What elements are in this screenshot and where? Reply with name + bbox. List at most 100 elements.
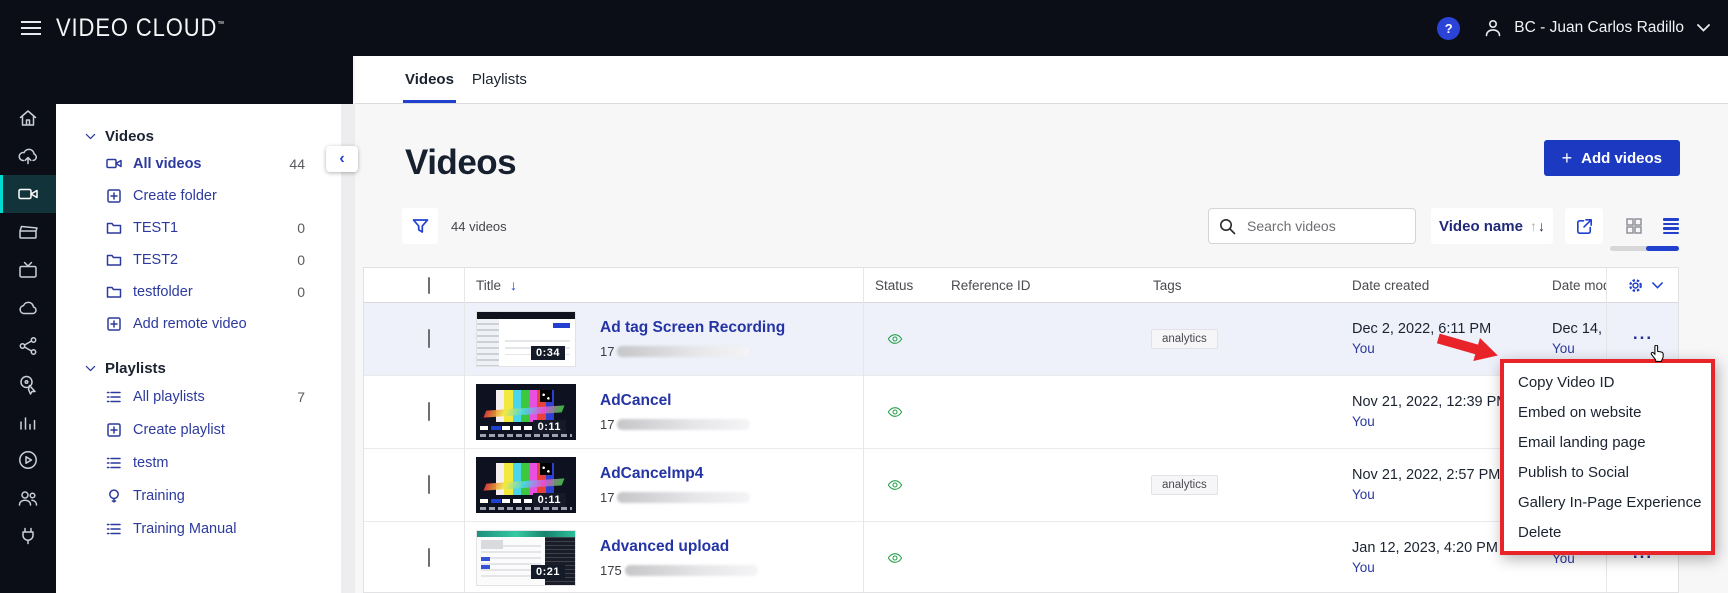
item-count: 0 bbox=[297, 284, 305, 300]
user-avatar-icon bbox=[1482, 17, 1504, 39]
add-videos-button[interactable]: + Add videos bbox=[1543, 140, 1680, 176]
list-icon bbox=[106, 523, 121, 534]
row-checkbox[interactable] bbox=[428, 329, 430, 348]
menu-item-publish-to-social[interactable]: Publish to Social bbox=[1504, 457, 1711, 487]
sidebar-section-playlists[interactable]: Playlists bbox=[56, 356, 341, 380]
cloud-icon[interactable] bbox=[0, 289, 56, 327]
row-checkbox[interactable] bbox=[428, 475, 430, 494]
video-thumbnail[interactable]: 0:21 bbox=[476, 530, 576, 586]
sidebar-tree: Videos All videos 44 Create folder TEST1… bbox=[56, 104, 341, 593]
sidebar-item-training-manual[interactable]: Training Manual bbox=[56, 512, 341, 545]
menu-item-email-landing-page[interactable]: Email landing page bbox=[1504, 427, 1711, 457]
table-horizontal-scrollbar[interactable] bbox=[1610, 246, 1679, 251]
video-thumbnail[interactable]: 0:34 bbox=[476, 311, 576, 367]
video-id: 17 bbox=[600, 490, 751, 505]
date-modified-cell: Dec 14, You bbox=[1544, 320, 1606, 358]
sort-button[interactable]: Video name ↑ ↓ bbox=[1431, 208, 1553, 244]
video-cloud-logo: VIDEO CLOUD™ bbox=[56, 13, 226, 42]
duration-badge: 0:34 bbox=[530, 346, 565, 360]
plus-square-icon bbox=[107, 189, 121, 203]
bar-chart-icon[interactable] bbox=[0, 403, 56, 441]
sort-arrow-down-icon: ↓ bbox=[510, 277, 518, 293]
tab-videos[interactable]: Videos bbox=[403, 56, 456, 103]
status-active-eye-icon bbox=[887, 480, 903, 490]
list-icon bbox=[106, 391, 121, 402]
plus-square-icon bbox=[107, 317, 121, 331]
video-thumbnail[interactable]: 0:11 bbox=[476, 384, 576, 440]
help-button[interactable]: ? bbox=[1437, 16, 1461, 40]
sidebar-item-training[interactable]: Training bbox=[56, 479, 341, 512]
user-name[interactable]: BC - Juan Carlos Radillo bbox=[1514, 19, 1684, 37]
chevron-down-icon bbox=[85, 133, 96, 139]
table-row[interactable]: 0:21 Advanced upload 175 Jan 12, 2023, 4… bbox=[364, 522, 1678, 592]
modified-by-link[interactable]: You bbox=[1552, 341, 1606, 358]
select-all-checkbox[interactable] bbox=[428, 276, 430, 294]
hamburger-menu-icon[interactable] bbox=[21, 20, 41, 36]
table-row[interactable]: 0:11 AdCancelmp4 17 analytics Nov 21, 20… bbox=[364, 449, 1678, 522]
column-status: Status bbox=[875, 277, 914, 293]
video-title-link[interactable]: AdCancelmp4 bbox=[600, 465, 750, 483]
column-reference-id: Reference ID bbox=[951, 277, 1031, 293]
item-count: 44 bbox=[289, 156, 305, 172]
table-header-row: Title ↓ Status Reference ID Tags Date cr… bbox=[364, 268, 1678, 303]
row-checkbox[interactable] bbox=[428, 402, 430, 421]
playlists-group: All playlists 7 Create playlist testm Tr… bbox=[56, 380, 341, 545]
row-actions-menu-button[interactable]: ... bbox=[1633, 325, 1653, 342]
sidebar-collapse-button[interactable]: ‹ bbox=[326, 146, 358, 172]
redacted-id-blur bbox=[617, 419, 751, 430]
scrollbar-thumb[interactable] bbox=[1646, 246, 1679, 251]
sort-descending-arrow-icon: ↓ bbox=[1537, 218, 1545, 234]
tab-playlists[interactable]: Playlists bbox=[472, 56, 527, 103]
header-dark-extension bbox=[56, 56, 353, 104]
search-box bbox=[1208, 208, 1416, 244]
search-input[interactable] bbox=[1245, 217, 1405, 235]
sidebar-item-test2[interactable]: TEST2 0 bbox=[56, 244, 341, 276]
list-view-toggle[interactable] bbox=[1663, 218, 1679, 234]
sidebar-item-testm[interactable]: testm bbox=[56, 446, 341, 479]
sidebar-section-videos[interactable]: Videos bbox=[56, 124, 341, 148]
created-by-link[interactable]: You bbox=[1352, 560, 1544, 577]
videos-table: Title ↓ Status Reference ID Tags Date cr… bbox=[363, 267, 1679, 593]
menu-item-gallery-in-page-experience[interactable]: Gallery In-Page Experience bbox=[1504, 487, 1711, 517]
table-row[interactable]: 0:11 AdCancel 17 Nov 21, 2022, 12:39 PM … bbox=[364, 376, 1678, 449]
list-icon bbox=[106, 457, 121, 468]
video-camera-icon[interactable] bbox=[0, 175, 56, 213]
cloud-upload-icon[interactable] bbox=[0, 137, 56, 175]
sidebar-item-all-playlists[interactable]: All playlists 7 bbox=[56, 380, 341, 413]
column-settings[interactable] bbox=[1606, 278, 1678, 293]
menu-item-delete[interactable]: Delete bbox=[1504, 517, 1711, 547]
sidebar-item-create-playlist[interactable]: Create playlist bbox=[56, 413, 341, 446]
video-title-link[interactable]: Advanced upload bbox=[600, 538, 758, 556]
video-title-link[interactable]: Ad tag Screen Recording bbox=[600, 319, 785, 337]
tv-monitor-icon[interactable] bbox=[0, 251, 56, 289]
sidebar-item-all-videos[interactable]: All videos 44 bbox=[56, 148, 341, 180]
video-thumbnail[interactable]: 0:11 bbox=[476, 457, 576, 513]
sidebar-item-testfolder[interactable]: testfolder 0 bbox=[56, 276, 341, 308]
row-checkbox[interactable] bbox=[428, 548, 430, 567]
column-title[interactable]: Title bbox=[476, 278, 501, 293]
play-circle-icon[interactable] bbox=[0, 441, 56, 479]
tag-chip: analytics bbox=[1151, 475, 1218, 495]
home-icon[interactable] bbox=[0, 99, 56, 137]
clapperboard-icon[interactable] bbox=[0, 213, 56, 251]
video-camera-icon bbox=[106, 158, 122, 169]
interactive-touch-icon[interactable] bbox=[0, 365, 56, 403]
folder-icon bbox=[106, 222, 122, 234]
sidebar-item-create-folder[interactable]: Create folder bbox=[56, 180, 341, 212]
user-menu-chevron-down-icon[interactable] bbox=[1697, 24, 1710, 32]
video-title-link[interactable]: AdCancel bbox=[600, 392, 750, 410]
menu-item-copy-video-id[interactable]: Copy Video ID bbox=[1504, 367, 1711, 397]
plug-icon[interactable] bbox=[0, 517, 56, 555]
status-active-eye-icon bbox=[887, 334, 903, 344]
menu-item-embed-on-website[interactable]: Embed on website bbox=[1504, 397, 1711, 427]
users-icon[interactable] bbox=[0, 479, 56, 517]
sidebar-item-add-remote-video[interactable]: Add remote video bbox=[56, 308, 341, 340]
sidebar-item-test1[interactable]: TEST1 0 bbox=[56, 212, 341, 244]
grid-view-toggle[interactable] bbox=[1626, 218, 1642, 234]
video-id: 17 bbox=[600, 417, 751, 432]
plus-square-icon bbox=[107, 422, 121, 437]
share-export-button[interactable] bbox=[1565, 208, 1603, 244]
plus-icon: + bbox=[1561, 147, 1573, 168]
share-nodes-icon[interactable] bbox=[0, 327, 56, 365]
filter-button[interactable] bbox=[402, 208, 438, 244]
